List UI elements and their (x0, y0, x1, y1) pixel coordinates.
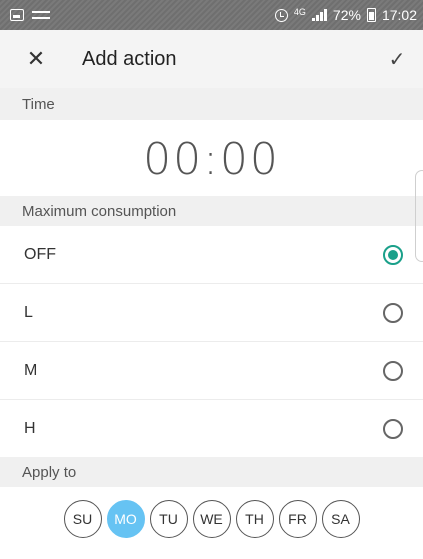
close-icon: ✕ (26, 46, 46, 71)
signal-icon (311, 9, 327, 21)
day-wednesday[interactable]: WE (192, 500, 231, 538)
edge-panel-handle[interactable] (415, 170, 423, 262)
time-section-header: Time (0, 88, 423, 120)
radio-unchecked-icon[interactable] (383, 302, 403, 323)
option-label: M (24, 361, 38, 379)
battery-icon (366, 8, 376, 22)
page-title: Add action (82, 47, 177, 70)
gallery-icon (10, 9, 24, 21)
radio-unchecked-icon[interactable] (383, 360, 403, 381)
close-button[interactable]: ✕ (0, 30, 72, 88)
day-tuesday[interactable]: TU (149, 500, 188, 538)
network-type: 4G (293, 6, 306, 17)
app-bar: ✕ Add action ✓ (0, 30, 423, 88)
day-saturday[interactable]: SA (321, 500, 360, 538)
battery-percent: 72% (332, 7, 361, 23)
day-sunday[interactable]: SU (63, 500, 102, 538)
clock: 17:02 (381, 7, 417, 23)
alarm-icon (274, 8, 288, 22)
time-picker[interactable]: 00:00 (0, 122, 423, 196)
option-label: H (24, 419, 36, 437)
check-icon: ✓ (388, 48, 406, 71)
consumption-section-header: Maximum consumption (0, 196, 423, 226)
radio-unchecked-icon[interactable] (383, 418, 403, 439)
news-icon (32, 11, 50, 19)
day-selector: SU MO TU WE TH FR SA (0, 500, 423, 546)
day-thursday[interactable]: TH (235, 500, 274, 538)
day-monday[interactable]: MO (106, 500, 145, 538)
option-label: OFF (24, 245, 56, 263)
radio-checked-icon[interactable] (383, 244, 403, 265)
apply-section-header: Apply to (0, 457, 423, 487)
option-off[interactable]: OFF (0, 226, 423, 284)
confirm-button[interactable]: ✓ (371, 30, 423, 88)
day-friday[interactable]: FR (278, 500, 317, 538)
status-bar: 4G 72% 17:02 (0, 0, 423, 30)
option-label: L (24, 303, 33, 321)
option-m[interactable]: M (0, 342, 423, 400)
option-l[interactable]: L (0, 284, 423, 342)
option-h[interactable]: H (0, 400, 423, 458)
